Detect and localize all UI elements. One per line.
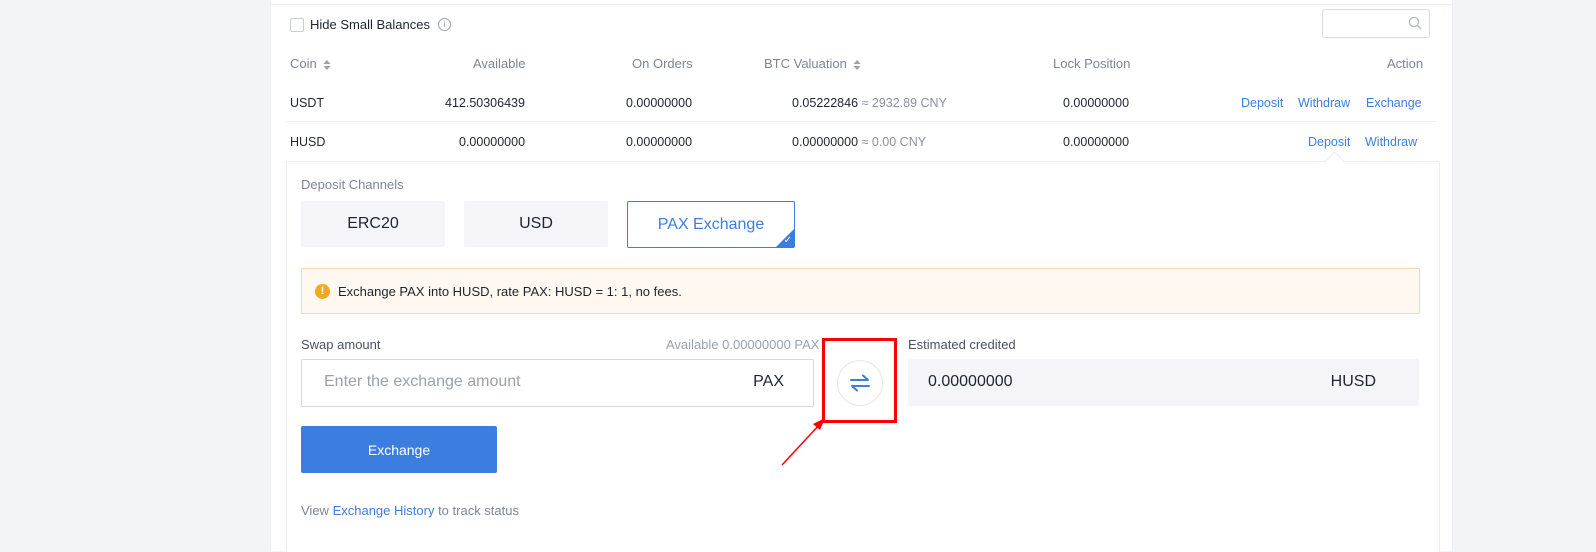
swap-amount-field[interactable]: PAX [301,359,814,407]
usdt-withdraw-link[interactable]: Withdraw [1298,96,1350,110]
husd-deposit-link[interactable]: Deposit [1308,135,1350,149]
annotation-highlight-box [822,338,897,423]
row-usdt-lock: 0.00000000 [1063,96,1130,110]
row-husd-lock: 0.00000000 [1063,135,1130,149]
channel-usd[interactable]: USD [464,201,608,247]
hide-small-checkbox[interactable] [290,17,304,32]
usdt-deposit-link[interactable]: Deposit [1241,96,1283,110]
header-action: Action [1387,56,1424,71]
row-usdt-btc: 0.05222846 ≈ 2932.89 CNY [792,96,947,110]
header-on-orders: On Orders [632,56,693,71]
row-husd-btc: 0.00000000 ≈ 0.00 CNY [792,135,926,149]
assets-panel: Hide Small Balances i Coin Available On … [270,0,1453,552]
estimated-value: 0.00000000 [928,373,1013,390]
header-lock-position: Lock Position [1053,56,1131,71]
row-usdt-btc-value: 0.05222846 [792,96,859,110]
exchange-history-link[interactable]: Exchange History [333,503,435,518]
annotation-arrow [781,418,825,466]
deposit-channels-label: Deposit Channels [301,177,404,192]
available-balance: Available 0.00000000 PAX [666,337,820,352]
channel-pax-exchange-label: PAX Exchange [657,215,765,233]
row-husd-available: 0.00000000 [459,135,526,149]
estimated-credited-field: 0.00000000 HUSD [908,359,1419,406]
warning-icon: ! [315,283,330,299]
swap-amount-input[interactable] [322,372,706,392]
swap-amount-label: Swap amount [301,337,381,352]
row-husd-cny: ≈ 0.00 CNY [861,135,927,149]
row-usdt-cny: ≈ 2932.89 CNY [861,96,947,110]
search-icon[interactable] [1408,16,1422,30]
history-prefix: View [301,503,333,518]
row-husd-on-orders: 0.00000000 [626,135,693,149]
row-husd-coin: HUSD [290,135,326,149]
header-btc-valuation-label: BTC Valuation [764,56,847,71]
search-input[interactable] [1322,9,1430,38]
row-husd-btc-value: 0.00000000 [792,135,859,149]
notice-text: Exchange PAX into HUSD, rate PAX: HUSD =… [338,283,682,299]
husd-withdraw-link[interactable]: Withdraw [1365,135,1417,149]
swap-unit: PAX [753,373,784,390]
info-icon[interactable]: i [437,18,451,31]
hide-small-label: Hide Small Balances [310,17,430,32]
row-divider [286,121,1436,122]
row-usdt-available: 412.50306439 [445,96,525,110]
header-coin[interactable]: Coin [290,56,331,71]
hide-small-balances[interactable]: Hide Small Balances i [290,17,451,32]
row-usdt-on-orders: 0.00000000 [626,96,693,110]
history-suffix: to track status [434,503,519,518]
sort-icon[interactable] [853,59,861,71]
check-icon: ✓ [783,235,792,246]
usdt-exchange-link[interactable]: Exchange [1366,96,1422,110]
exchange-notice: ! Exchange PAX into HUSD, rate PAX: HUSD… [301,268,1420,314]
exchange-button[interactable]: Exchange [301,426,497,473]
estimated-unit: HUSD [1330,373,1376,390]
top-divider [271,4,1452,5]
history-note: View Exchange History to track status [301,503,519,518]
row-usdt-coin: USDT [290,96,325,110]
channel-erc20[interactable]: ERC20 [301,201,445,247]
header-btc-valuation[interactable]: BTC Valuation [764,56,861,71]
sort-icon[interactable] [323,59,331,71]
header-coin-label: Coin [290,56,317,71]
header-available: Available [473,56,526,71]
estimated-credited-label: Estimated credited [908,337,1016,352]
channel-pax-exchange[interactable]: PAX Exchange ✓ [627,201,795,248]
